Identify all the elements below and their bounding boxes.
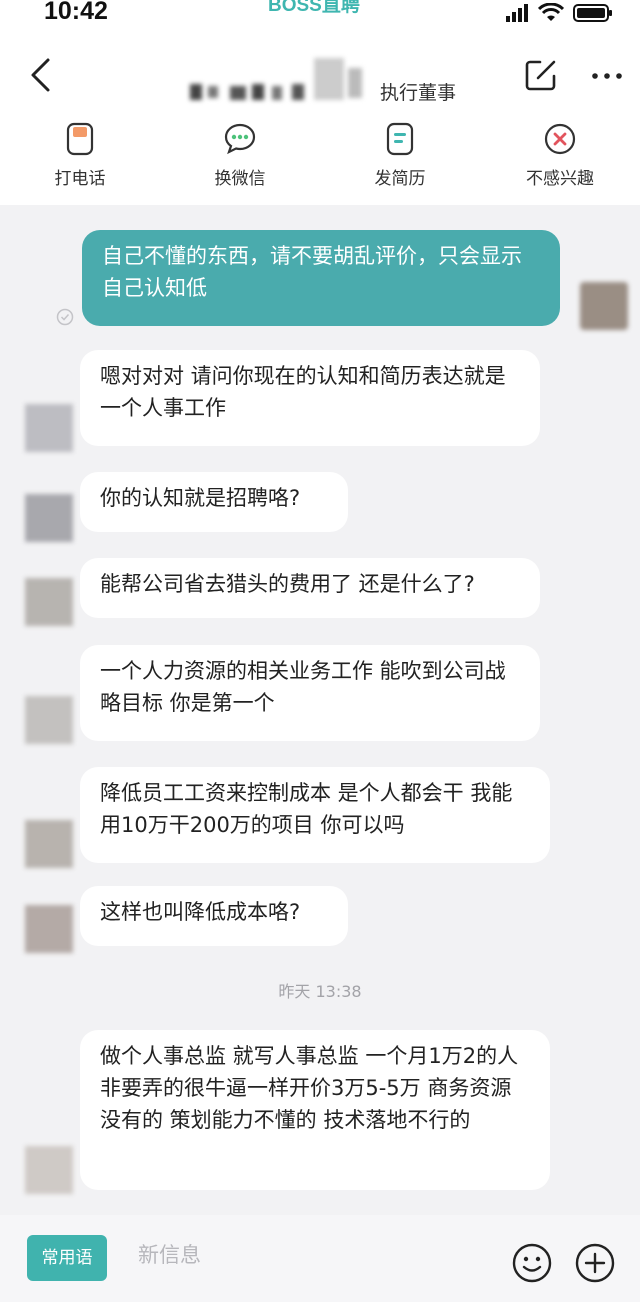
avatar[interactable] [25,494,73,542]
message-bubble-received[interactable]: 你的认知就是招聘咯? [80,472,348,532]
message-bubble-received[interactable]: 嗯对对对 请问你现在的认知和简历表达就是一个人事工作 [80,350,540,446]
avatar[interactable] [25,696,73,744]
message-bubble-received[interactable]: 能帮公司省去猎头的费用了 还是什么了? [80,558,540,618]
more-options-icon[interactable] [590,62,624,90]
message-bubble-received[interactable]: 这样也叫降低成本咯? [80,886,348,946]
quick-phrases-button[interactable]: 常用语 [27,1235,107,1281]
message-input[interactable]: 新信息 [124,1232,484,1278]
exchange-wechat-action[interactable]: 换微信 [185,122,295,196]
phone-icon [66,122,94,156]
read-status-icon [56,308,74,326]
message-bubble-sent[interactable]: 自己不懂的东西，请不要胡乱评价，只会显示自己认知低 [82,230,560,326]
avatar[interactable] [25,820,73,868]
message-bubble-received[interactable]: 一个人力资源的相关业务工作 能吹到公司战略目标 你是第一个 [80,645,540,741]
avatar[interactable] [25,1146,73,1194]
send-resume-action[interactable]: 发简历 [345,122,455,196]
avatar[interactable] [25,905,73,953]
avatar[interactable] [25,578,73,626]
message-bubble-received[interactable]: 做个人事总监 就写人事总监 一个月1万2的人 非要弄的很牛逼一样开价3万5-5万… [80,1030,550,1190]
my-avatar[interactable] [580,282,628,330]
wechat-icon [224,123,256,155]
status-time: 10:42 [44,0,108,25]
back-arrow-icon[interactable] [24,56,56,94]
call-action[interactable]: 打电话 [25,122,135,196]
status-bar: 10:42 BOSS直聘 [0,0,640,28]
not-interested-icon [544,123,576,155]
avatar[interactable] [25,404,73,452]
send-resume-label: 发简历 [374,169,426,189]
battery-icon [573,4,612,22]
app-brand: BOSS直聘 [268,0,360,16]
resume-icon [386,122,414,156]
contact-role: 执行董事 [380,82,457,104]
edit-icon[interactable] [524,58,558,92]
call-label: 打电话 [54,169,106,189]
signal-icon [506,4,528,22]
emoji-icon[interactable] [511,1242,553,1284]
not-interested-action[interactable]: 不感兴趣 [505,122,615,196]
not-interested-label: 不感兴趣 [526,169,594,189]
plus-icon[interactable] [574,1242,616,1284]
wifi-icon [538,3,564,21]
message-bubble-received[interactable]: 降低员工工资来控制成本 是个人都会干 我能用10万干200万的项目 你可以吗 [80,767,550,863]
exchange-wechat-label: 换微信 [214,169,266,189]
timestamp: 昨天 13:38 [278,982,362,1001]
